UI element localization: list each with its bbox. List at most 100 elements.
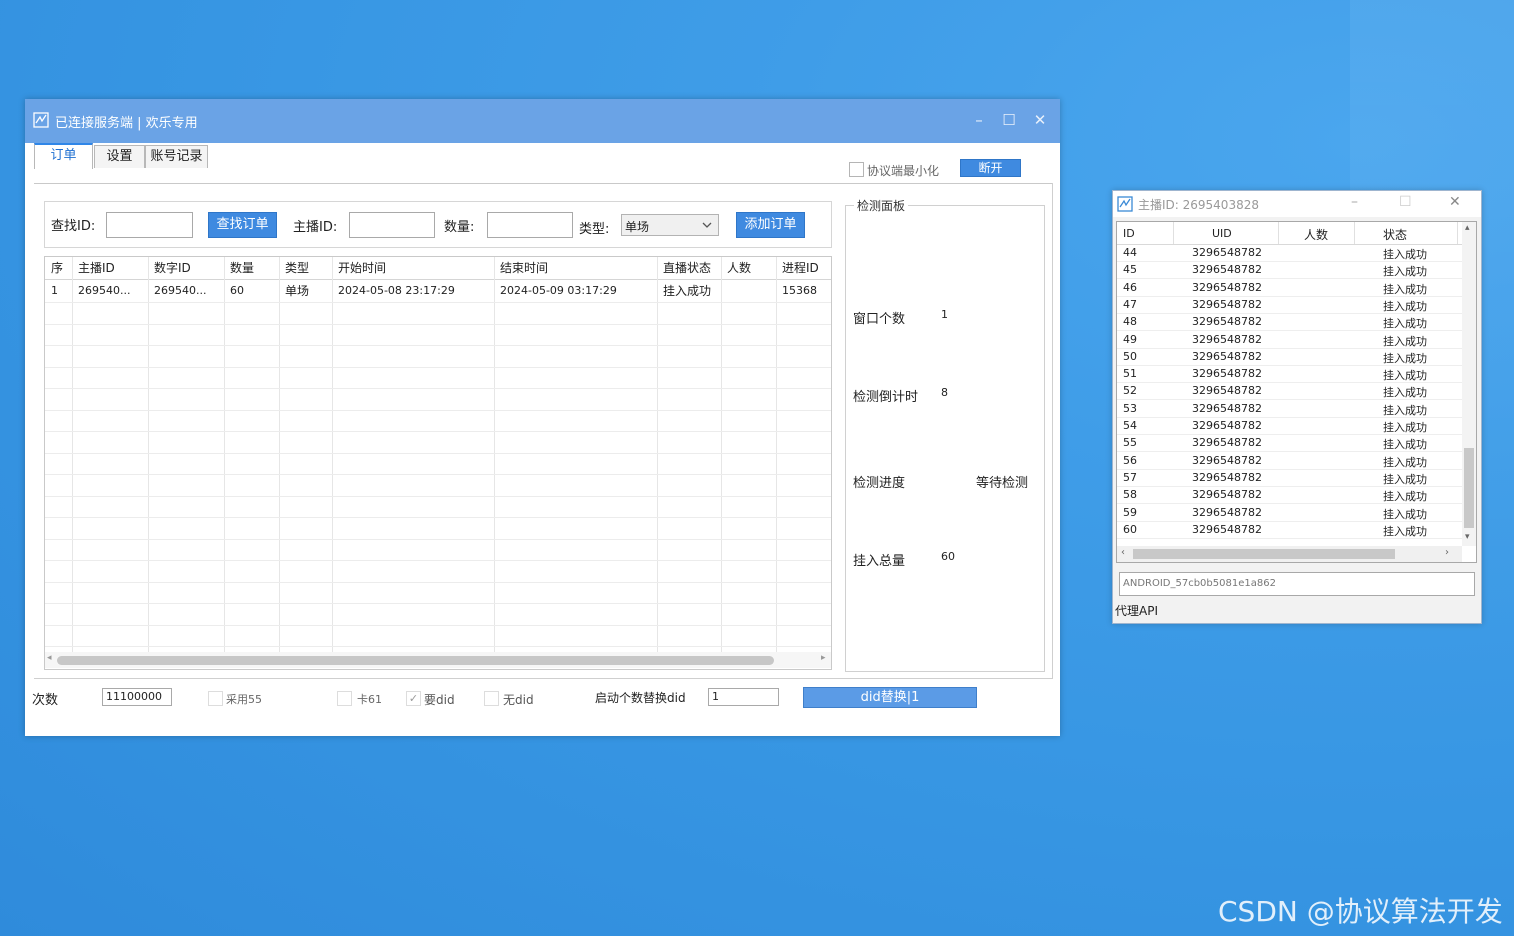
grid-column-line <box>72 257 73 653</box>
grid-row-line <box>45 517 831 518</box>
disconnect-button[interactable]: 断开 <box>960 159 1021 177</box>
worker-list[interactable]: ID UID 人数 状态 44 3296548782 挂入成功 45 329654878… <box>1116 221 1477 563</box>
card61-checkbox[interactable] <box>337 691 352 706</box>
row-status: 挂入成功 <box>1383 282 1427 296</box>
minimize-button[interactable]: – <box>1351 194 1358 210</box>
row-id: 46 <box>1123 280 1137 294</box>
add-order-button[interactable]: 添加订单 <box>736 212 805 238</box>
scrollbar-thumb[interactable] <box>1133 549 1395 559</box>
use55-checkbox[interactable] <box>208 691 223 706</box>
list-item[interactable]: 44 3296548782 挂入成功 <box>1117 244 1462 262</box>
anchor-id-input[interactable] <box>349 212 435 238</box>
maximize-button[interactable]: ☐ <box>994 109 1024 131</box>
quantity-input[interactable] <box>487 212 573 238</box>
row-status: 挂入成功 <box>1383 438 1427 452</box>
scrollbar-thumb[interactable] <box>1464 448 1474 528</box>
list-item[interactable]: 49 3296548782 挂入成功 <box>1117 331 1462 349</box>
count-input[interactable]: 11100000 <box>102 688 172 706</box>
col-header[interactable]: ID <box>1123 227 1135 240</box>
tab-orders[interactable]: 订单 <box>34 143 93 169</box>
list-item[interactable]: 48 3296548782 挂入成功 <box>1117 313 1462 332</box>
main-titlebar[interactable]: 已连接服务端 | 欢乐专用 – ☐ ✕ <box>25 99 1060 143</box>
col-header[interactable]: 直播状态 <box>657 257 721 279</box>
list-item[interactable]: 57 3296548782 挂入成功 <box>1117 469 1462 487</box>
close-button[interactable]: ✕ <box>1449 194 1461 210</box>
list-item[interactable]: 53 3296548782 挂入成功 <box>1117 400 1462 418</box>
row-status: 挂入成功 <box>1383 265 1427 279</box>
window-count-value: 1 <box>941 308 948 321</box>
col-header[interactable]: UID <box>1212 227 1232 240</box>
list-item[interactable]: 50 3296548782 挂入成功 <box>1117 348 1462 366</box>
find-id-input[interactable] <box>106 212 193 238</box>
close-button[interactable]: ✕ <box>1025 109 1055 131</box>
scroll-right-icon[interactable]: › <box>1445 547 1449 558</box>
list-item[interactable]: 58 3296548782 挂入成功 <box>1117 486 1462 505</box>
android-id-input[interactable]: ANDROID_57cb0b5081e1a862 <box>1119 572 1475 596</box>
col-header[interactable]: 主播ID <box>72 257 148 279</box>
row-id: 45 <box>1123 263 1137 277</box>
row-id: 60 <box>1123 522 1137 536</box>
grid-row-line <box>45 581 831 583</box>
find-order-button[interactable]: 查找订单 <box>208 212 277 238</box>
col-header[interactable]: 人数 <box>1304 226 1328 243</box>
grid-row-line <box>45 431 831 432</box>
col-header[interactable]: 人数 <box>721 257 776 279</box>
need-did-checkbox[interactable]: ✓ <box>406 691 421 706</box>
col-header[interactable]: 结束时间 <box>494 257 657 279</box>
protocol-minimize-checkbox[interactable] <box>849 162 864 177</box>
grid-row-line <box>45 323 831 325</box>
worker-list-horizontal-scrollbar[interactable]: ‹ › <box>1117 546 1462 562</box>
col-header[interactable]: 开始时间 <box>332 257 494 279</box>
col-header[interactable]: 进程ID <box>776 257 831 279</box>
list-item[interactable]: 52 3296548782 挂入成功 <box>1117 382 1462 401</box>
col-header[interactable]: 数字ID <box>148 257 224 279</box>
orders-horizontal-scrollbar[interactable]: ◂ ▸ <box>45 652 831 668</box>
col-header[interactable]: 序 <box>45 257 72 279</box>
col-header[interactable]: 状态 <box>1383 226 1407 243</box>
cell-index: 1 <box>51 284 58 297</box>
no-did-checkbox[interactable] <box>484 691 499 706</box>
cell-start-time: 2024-05-08 23:17:29 <box>338 284 455 297</box>
grid-row-line <box>45 366 831 368</box>
scroll-up-icon[interactable]: ▴ <box>1465 223 1470 233</box>
main-window: 已连接服务端 | 欢乐专用 – ☐ ✕ 订单 设置 账号记录 协议端最小化 断开… <box>25 99 1060 736</box>
list-item[interactable]: 56 3296548782 挂入成功 <box>1117 452 1462 470</box>
start-replace-input[interactable]: 1 <box>708 688 779 706</box>
row-uid: 3296548782 <box>1192 297 1262 311</box>
tab-settings[interactable]: 设置 <box>94 145 145 168</box>
list-item[interactable]: 60 3296548782 挂入成功 <box>1117 521 1462 539</box>
scroll-left-icon[interactable]: ‹ <box>1121 547 1125 558</box>
worker-list-vertical-scrollbar[interactable]: ▴ ▾ <box>1462 222 1476 546</box>
maximize-button[interactable]: ☐ <box>1399 194 1412 210</box>
list-item[interactable]: 47 3296548782 挂入成功 <box>1117 296 1462 314</box>
scroll-right-icon[interactable]: ▸ <box>821 653 826 663</box>
row-uid: 3296548782 <box>1192 315 1262 329</box>
col-header[interactable]: 类型 <box>279 257 332 279</box>
row-uid: 3296548782 <box>1192 263 1262 277</box>
detect-panel-title: 检测面板 <box>854 197 909 214</box>
scroll-down-icon[interactable]: ▾ <box>1465 532 1470 542</box>
minimize-button[interactable]: – <box>964 109 994 131</box>
tab-account-records[interactable]: 账号记录 <box>145 145 208 168</box>
list-item[interactable]: 59 3296548782 挂入成功 <box>1117 504 1462 522</box>
list-item[interactable]: 46 3296548782 挂入成功 <box>1117 279 1462 297</box>
table-row[interactable]: 1 269540... 269540... 60 单场 2024-05-08 2… <box>45 280 831 302</box>
col-header[interactable]: 数量 <box>224 257 279 279</box>
type-select[interactable]: 单场 <box>621 214 719 236</box>
android-id-value: ANDROID_57cb0b5081e1a862 <box>1123 578 1276 589</box>
proxy-api-label[interactable]: 代理API <box>1115 602 1158 619</box>
list-item[interactable]: 55 3296548782 挂入成功 <box>1117 434 1462 453</box>
cell-anchor-id: 269540... <box>78 284 131 297</box>
no-did-label: 无did <box>503 693 534 707</box>
scrollbar-thumb[interactable] <box>57 656 774 665</box>
orders-table[interactable]: 序 主播ID 数字ID 数量 类型 开始时间 结束时间 直播状态 人数 进程ID… <box>44 256 832 670</box>
anchor-detail-titlebar[interactable]: 主播ID: 2695403828 – ☐ ✕ <box>1113 191 1481 217</box>
did-replace-button[interactable]: did替换|1 <box>803 687 977 708</box>
list-item[interactable]: 45 3296548782 挂入成功 <box>1117 261 1462 280</box>
list-item[interactable]: 54 3296548782 挂入成功 <box>1117 417 1462 435</box>
orders-table-header: 序 主播ID 数字ID 数量 类型 开始时间 结束时间 直播状态 人数 进程ID <box>45 257 831 280</box>
scroll-left-icon[interactable]: ◂ <box>47 653 52 663</box>
list-item[interactable]: 51 3296548782 挂入成功 <box>1117 365 1462 384</box>
row-uid: 3296548782 <box>1192 453 1262 467</box>
row-status: 挂入成功 <box>1383 455 1427 469</box>
